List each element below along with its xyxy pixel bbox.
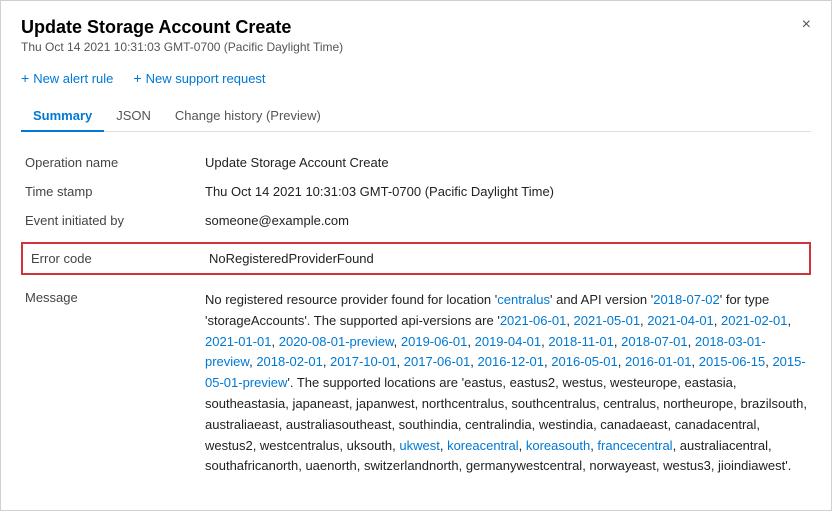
api-2018-11-01-link[interactable]: 2018-11-01 — [548, 334, 614, 349]
message-label: Message — [21, 282, 201, 484]
tab-bar: Summary JSON Change history (Preview) — [21, 100, 811, 132]
koreacentral-link[interactable]: koreacentral — [447, 438, 519, 453]
api-2015-06-15-link[interactable]: 2015-06-15 — [699, 354, 766, 369]
centralus-link[interactable]: centralus — [497, 292, 550, 307]
error-code-value: NoRegisteredProviderFound — [201, 242, 811, 275]
error-code-label: Error code — [21, 242, 201, 275]
event-initiated-value: someone@example.com — [201, 206, 811, 235]
dialog-subtitle: Thu Oct 14 2021 10:31:03 GMT-0700 (Pacif… — [21, 40, 343, 54]
tab-change-history[interactable]: Change history (Preview) — [163, 100, 333, 131]
api-2019-04-01-link[interactable]: 2019-04-01 — [475, 334, 542, 349]
time-stamp-value: Thu Oct 14 2021 10:31:03 GMT-0700 (Pacif… — [201, 177, 811, 206]
close-button[interactable]: × — [802, 17, 811, 33]
api-2018-07-01-link[interactable]: 2018-07-01 — [621, 334, 688, 349]
plus-icon: + — [21, 70, 29, 86]
api-2021-05-01-link[interactable]: 2021-05-01 — [574, 313, 641, 328]
api-2021-02-01-link[interactable]: 2021-02-01 — [721, 313, 788, 328]
koreasouth-link[interactable]: koreasouth — [526, 438, 590, 453]
ukwest-link[interactable]: ukwest — [399, 438, 439, 453]
title-block: Update Storage Account Create Thu Oct 14… — [21, 17, 343, 66]
event-initiated-label: Event initiated by — [21, 206, 201, 235]
api-2016-01-01-link[interactable]: 2016-01-01 — [625, 354, 692, 369]
error-code-row: Error code NoRegisteredProviderFound — [21, 242, 811, 275]
api-2017-10-01-link[interactable]: 2017-10-01 — [330, 354, 397, 369]
event-initiated-row: Event initiated by someone@example.com — [21, 206, 811, 235]
operation-name-value: Update Storage Account Create — [201, 148, 811, 177]
new-support-request-button[interactable]: + New support request — [133, 70, 265, 86]
api-2021-04-01-link[interactable]: 2021-04-01 — [647, 313, 714, 328]
new-alert-label: New alert rule — [33, 71, 113, 86]
api-2021-06-01-link[interactable]: 2021-06-01 — [500, 313, 567, 328]
plus-icon-2: + — [133, 70, 141, 86]
toolbar: + New alert rule + New support request — [21, 70, 811, 86]
new-support-label: New support request — [146, 71, 266, 86]
francecentral-link[interactable]: francecentral — [597, 438, 672, 453]
api-2017-06-01-link[interactable]: 2017-06-01 — [404, 354, 471, 369]
tab-json[interactable]: JSON — [104, 100, 163, 131]
time-stamp-label: Time stamp — [21, 177, 201, 206]
message-value: No registered resource provider found fo… — [201, 282, 811, 484]
dialog-title: Update Storage Account Create — [21, 17, 343, 38]
dialog: Update Storage Account Create Thu Oct 14… — [0, 0, 832, 511]
tab-summary[interactable]: Summary — [21, 100, 104, 131]
api-2016-12-01-link[interactable]: 2016-12-01 — [478, 354, 545, 369]
time-stamp-row: Time stamp Thu Oct 14 2021 10:31:03 GMT-… — [21, 177, 811, 206]
operation-name-row: Operation name Update Storage Account Cr… — [21, 148, 811, 177]
message-row: Message No registered resource provider … — [21, 282, 811, 484]
summary-table: Operation name Update Storage Account Cr… — [21, 148, 811, 235]
operation-name-label: Operation name — [21, 148, 201, 177]
message-table: Message No registered resource provider … — [21, 282, 811, 484]
message-text: No registered resource provider found fo… — [205, 292, 807, 473]
api-2019-06-01-link[interactable]: 2019-06-01 — [401, 334, 468, 349]
api-2016-05-01-link[interactable]: 2016-05-01 — [551, 354, 618, 369]
dialog-header: Update Storage Account Create Thu Oct 14… — [21, 17, 811, 66]
api-version-link[interactable]: 2018-07-02 — [653, 292, 720, 307]
new-alert-rule-button[interactable]: + New alert rule — [21, 70, 113, 86]
api-2021-01-01-link[interactable]: 2021-01-01 — [205, 334, 272, 349]
api-2020-08-01-link[interactable]: 2020-08-01-preview — [279, 334, 394, 349]
api-2018-02-01-link[interactable]: 2018-02-01 — [256, 354, 323, 369]
